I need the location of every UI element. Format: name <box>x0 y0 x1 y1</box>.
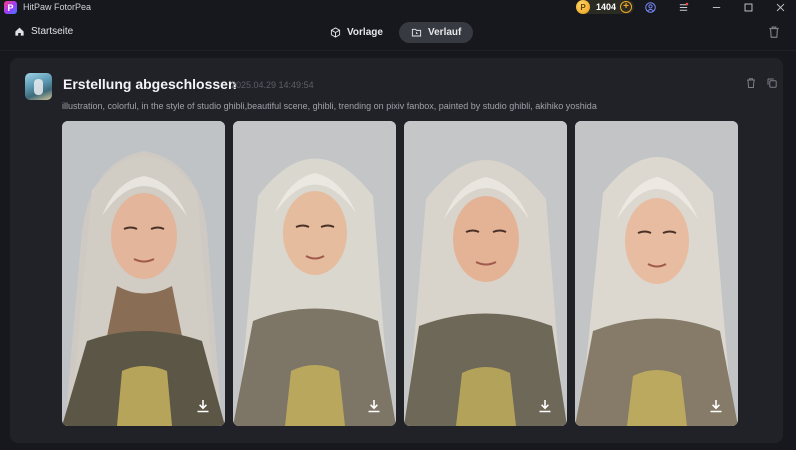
result-image[interactable] <box>404 121 567 426</box>
trash-icon[interactable] <box>767 25 781 39</box>
portrait-illustration <box>233 121 396 426</box>
history-folder-icon <box>411 28 422 37</box>
maximize-icon[interactable] <box>741 0 755 14</box>
delete-entry-icon[interactable] <box>745 77 757 89</box>
download-button[interactable] <box>535 396 555 416</box>
app-title: HitPaw FotorPea <box>23 2 92 12</box>
nav-bar: Startseite Vorlage Verlauf <box>0 15 796 51</box>
coin-balance[interactable]: P 1404 + <box>576 0 634 14</box>
app-logo-letter: P <box>7 2 14 13</box>
download-icon <box>197 400 209 413</box>
coin-count: 1404 <box>596 2 617 12</box>
coin-icon: P <box>576 0 590 14</box>
title-bar: P HitPaw FotorPea P 1404 + <box>0 0 796 15</box>
history-thumbnail[interactable] <box>25 73 52 100</box>
download-icon <box>368 400 380 413</box>
result-image[interactable] <box>62 121 225 426</box>
download-icon <box>539 400 551 413</box>
home-icon <box>15 27 24 36</box>
cube-icon <box>330 27 341 38</box>
menu-icon[interactable] <box>676 0 690 14</box>
portrait-illustration <box>575 121 738 426</box>
home-label: Startseite <box>31 26 74 37</box>
history-card: Erstellung abgeschlossen 2025.04.29 14:4… <box>10 58 783 443</box>
home-button[interactable]: Startseite <box>14 26 73 37</box>
account-icon[interactable] <box>643 0 657 14</box>
close-icon[interactable] <box>773 0 787 14</box>
result-image[interactable] <box>575 121 738 426</box>
app-logo: P <box>4 1 17 14</box>
download-button[interactable] <box>193 396 213 416</box>
history-title: Erstellung abgeschlossen <box>63 76 237 92</box>
download-icon <box>710 400 722 413</box>
coin-symbol: P <box>580 2 586 12</box>
prompt-text: illustration, colorful, in the style of … <box>62 101 597 111</box>
copy-icon[interactable] <box>766 77 778 89</box>
tab-verlauf-label: Verlauf <box>428 27 462 38</box>
tab-vorlage[interactable]: Vorlage <box>318 22 395 43</box>
tab-verlauf[interactable]: Verlauf <box>399 22 474 43</box>
result-gallery <box>62 121 738 426</box>
minimize-icon[interactable] <box>709 0 723 14</box>
download-button[interactable] <box>364 396 384 416</box>
portrait-illustration <box>404 121 567 426</box>
tab-vorlage-label: Vorlage <box>347 27 383 38</box>
add-coins-button[interactable]: + <box>620 1 632 13</box>
result-image[interactable] <box>233 121 396 426</box>
download-button[interactable] <box>706 396 726 416</box>
portrait-illustration <box>62 121 225 426</box>
add-coins-label: + <box>623 1 629 12</box>
history-date: 2025.04.29 14:49:54 <box>231 80 314 90</box>
